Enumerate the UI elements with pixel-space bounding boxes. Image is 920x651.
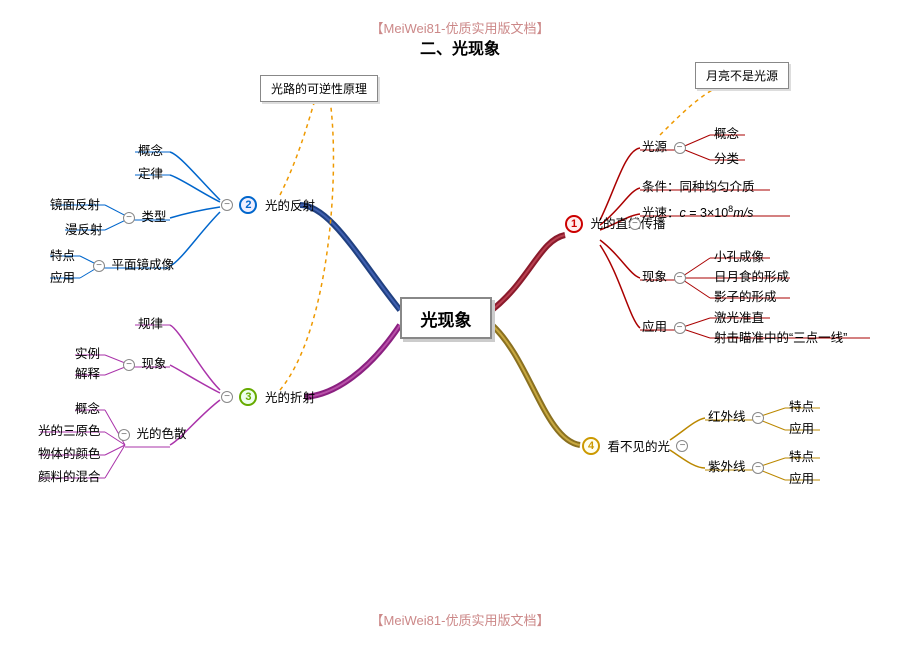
badge-3-icon: 3 — [239, 388, 257, 406]
b4-ir: 红外线 − — [708, 406, 767, 425]
b4-ir-f: 特点 — [789, 396, 814, 415]
collapse-icon[interactable]: − — [752, 462, 764, 474]
b4-uv-a: 应用 — [789, 468, 814, 487]
branch-4: 4 看不见的光 − — [582, 436, 691, 455]
b3-d-concept: 概念 — [75, 398, 100, 417]
collapse-icon[interactable]: − — [674, 142, 686, 154]
b4-uv-f: 特点 — [789, 446, 814, 465]
collapse-icon[interactable]: − — [674, 322, 686, 334]
b2-mirror: − 平面镜成像 — [90, 254, 174, 273]
collapse-icon[interactable]: − — [629, 218, 641, 230]
badge-1-icon: 1 — [565, 215, 583, 233]
collapse-icon[interactable]: − — [123, 212, 135, 224]
collapse-icon[interactable]: − — [674, 272, 686, 284]
b3-phenomena: − 现象 — [120, 353, 167, 372]
b2-m-f: 特点 — [50, 245, 75, 264]
collapse-icon[interactable]: − — [118, 429, 130, 441]
b2-law: 定律 — [138, 163, 163, 182]
collapse-icon[interactable]: − — [123, 359, 135, 371]
branch-2: − 2 光的反射 — [218, 195, 315, 214]
footer-tag: 【MeiWei81-优质实用版文档】 — [371, 610, 550, 629]
b1-ph-b: 日月食的形成 — [714, 266, 789, 285]
b3-d-primary: 光的三原色 — [38, 420, 101, 439]
b4-ir-a: 应用 — [789, 418, 814, 437]
b2-m-a: 应用 — [50, 267, 75, 286]
collapse-icon[interactable]: − — [93, 260, 105, 272]
b1-apps: 应用 − — [642, 316, 689, 335]
b3-ph-exp: 解释 — [75, 363, 100, 382]
b1-ph-c: 影子的形成 — [714, 286, 777, 305]
callout-moon: 月亮不是光源 — [695, 62, 789, 89]
b1-lightsource: 光源 − — [642, 136, 689, 155]
b3-ph-ex: 实例 — [75, 343, 100, 362]
b1-app-a: 激光准直 — [714, 307, 764, 326]
b1-ph-a: 小孔成像 — [714, 246, 764, 265]
b1-app-b: 射击瞄准中的“三点一线” — [714, 327, 847, 346]
b2-concept: 概念 — [138, 140, 163, 159]
header-title: 二、光现象 — [420, 35, 500, 59]
collapse-icon[interactable]: − — [752, 412, 764, 424]
branch-1-title: 光的直线传播 — [590, 217, 622, 232]
b1-condition: 条件：同种均匀介质 — [642, 176, 755, 195]
b3-dispersion: − 光的色散 — [115, 427, 164, 442]
branch-3: − 3 光的折射 — [218, 387, 315, 406]
b3-rule: 规律 — [138, 313, 163, 332]
badge-2-icon: 2 — [239, 196, 257, 214]
b1-ls-concept: 概念 — [714, 123, 739, 142]
center-node: 光现象 — [400, 297, 492, 339]
b4-uv: 紫外线 − — [708, 456, 767, 475]
branch-1: 1 光的直线传播 − — [565, 215, 644, 233]
b1-phenomena: 现象 − — [642, 266, 689, 285]
badge-4-icon: 4 — [582, 437, 600, 455]
b2-t-spec: 镜面反射 — [50, 194, 100, 213]
collapse-icon[interactable]: − — [676, 440, 688, 452]
b3-d-pig: 颜料的混合 — [38, 466, 101, 485]
callout-reversibility: 光路的可逆性原理 — [260, 75, 378, 102]
b3-d-obj: 物体的颜色 — [38, 443, 101, 462]
b2-type: − 类型 — [120, 206, 167, 225]
b1-ls-classify: 分类 — [714, 148, 739, 167]
collapse-icon[interactable]: − — [221, 391, 233, 403]
collapse-icon[interactable]: − — [221, 199, 233, 211]
b2-t-diff: 漫反射 — [65, 219, 103, 238]
b1-speed: 光速：c = 3×108m/s — [642, 202, 753, 221]
